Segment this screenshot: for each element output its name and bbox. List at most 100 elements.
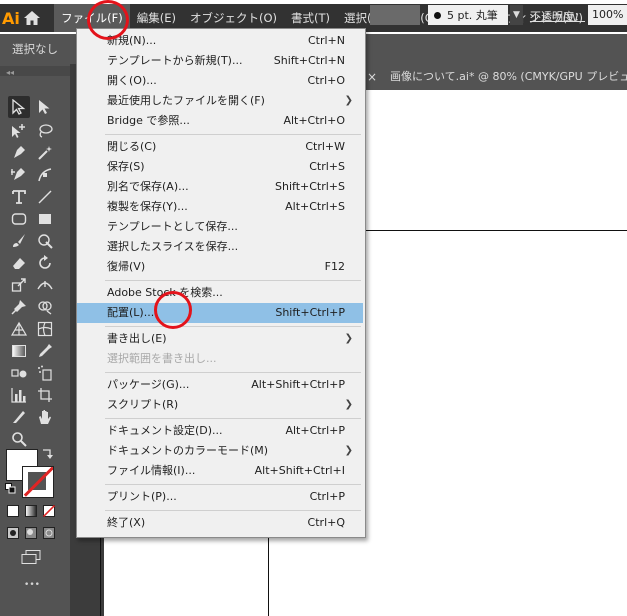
rounded-rectangle-tool-icon[interactable] [8, 208, 30, 230]
opacity-label[interactable]: 不透明度： [530, 8, 585, 24]
menu-item-save-slices[interactable]: 選択したスライスを保存... [77, 237, 363, 257]
menu-separator [105, 326, 361, 327]
illustrator-window: Ai ファイル(F) 編集(E) オブジェクト(O) 書式(T) 選択(S) 効… [0, 0, 627, 616]
default-colors-icon[interactable] [4, 482, 16, 494]
rectangle-tool-icon[interactable] [34, 208, 56, 230]
draw-normal-icon[interactable] [6, 526, 20, 540]
color-mode-icon[interactable] [6, 504, 20, 518]
stroke-color-field[interactable] [370, 5, 420, 25]
menu-item-new-from-template[interactable]: テンプレートから新規(T)... Shift+Ctrl+N [77, 51, 363, 71]
type-tool-icon[interactable] [8, 186, 30, 208]
menu-item-label: ドキュメント設定(D)... [107, 424, 223, 437]
screen-mode-icon[interactable] [20, 548, 42, 566]
width-tool-icon[interactable] [34, 274, 56, 296]
menu-separator [105, 418, 361, 419]
puppet-warp-tool-icon[interactable] [8, 296, 30, 318]
perspective-grid-tool-icon[interactable] [8, 318, 30, 340]
menu-item-label: スクリプト(R) [107, 398, 179, 411]
gradient-mode-icon[interactable] [24, 504, 38, 518]
direct-selection-tool-icon[interactable] [34, 96, 56, 118]
brush-definition-select[interactable]: 5 pt. 丸筆 [428, 5, 508, 25]
selection-tool-icon[interactable] [8, 96, 30, 118]
draw-behind-icon[interactable] [24, 526, 38, 540]
artboard-edge-line [268, 535, 269, 616]
gradient-tool-icon[interactable] [8, 340, 30, 362]
menu-item-print[interactable]: プリント(P)... Ctrl+P [77, 487, 363, 507]
blend-tool-icon[interactable] [8, 362, 30, 384]
column-graph-tool-icon[interactable] [8, 384, 30, 406]
menu-item-open[interactable]: 開く(O)... Ctrl+O [77, 71, 363, 91]
menu-item-adobe-stock[interactable]: Adobe Stock を検索... [77, 283, 363, 303]
menu-item-revert[interactable]: 復帰(V) F12 [77, 257, 363, 277]
menu-item-shortcut: Shift+Ctrl+S [275, 180, 345, 193]
paintbrush-tool-icon[interactable] [8, 230, 30, 252]
menu-item-shortcut: Ctrl+N [307, 34, 345, 47]
scale-tool-icon[interactable] [8, 274, 30, 296]
artboard-edge-line [100, 535, 101, 616]
menu-item-shortcut: Alt+Shift+Ctrl+I [254, 464, 345, 477]
menu-item-bridge[interactable]: Bridge で参照... Alt+Ctrl+O [77, 111, 363, 131]
hand-tool-icon[interactable] [34, 406, 56, 428]
menu-item-save-copy[interactable]: 複製を保存(Y)... Alt+Ctrl+S [77, 197, 363, 217]
no-color-mode-icon[interactable] [42, 504, 56, 518]
menu-item-save-as-template[interactable]: テンプレートとして保存... [77, 217, 363, 237]
more-tools-icon[interactable]: ••• [18, 578, 46, 592]
menu-item-label: 書き出し(E) [107, 332, 167, 345]
curvature-tool-icon[interactable] [8, 164, 30, 186]
collapse-icon[interactable]: ◂◂ [6, 68, 14, 77]
menu-item-shortcut: Shift+Ctrl+P [275, 306, 345, 319]
eyedropper-tool-icon[interactable] [34, 340, 56, 362]
menu-item-file-info[interactable]: ファイル情報(I)... Alt+Shift+Ctrl+I [77, 461, 363, 481]
menu-item-shortcut: Ctrl+W [305, 140, 345, 153]
zoom-tool-icon[interactable] [8, 428, 30, 450]
menu-item-label: Bridge で参照... [107, 114, 190, 127]
menu-item-scripts[interactable]: スクリプト(R) ❯ [77, 395, 363, 415]
slice-tool-icon[interactable] [8, 406, 30, 428]
menu-item-place[interactable]: 配置(L)... Shift+Ctrl+P [77, 303, 363, 323]
document-tab[interactable]: 画像について.ai* @ 80% (CMYK/GPU プレビュー) [390, 64, 627, 90]
menu-item-export-selection: 選択範囲を書き出し... [77, 349, 363, 369]
artboard-edge-line [360, 230, 627, 231]
menu-item-package[interactable]: パッケージ(G)... Alt+Shift+Ctrl+P [77, 375, 363, 395]
magic-wand-tool-icon[interactable] [34, 142, 56, 164]
symbol-sprayer-tool-icon[interactable] [34, 362, 56, 384]
selection-status: 選択なし [12, 42, 58, 56]
menu-separator [105, 280, 361, 281]
menu-item-quit[interactable]: 終了(X) Ctrl+Q [77, 513, 363, 533]
tab-close-icon[interactable]: × [367, 64, 383, 90]
mesh-tool-icon[interactable] [34, 318, 56, 340]
draw-inside-icon[interactable] [42, 526, 56, 540]
artboard-tool-icon[interactable] [34, 384, 56, 406]
stroke-color-swatch[interactable] [22, 466, 54, 498]
menu-item-save-as[interactable]: 別名で保存(A)... Shift+Ctrl+S [77, 177, 363, 197]
chevron-right-icon: ❯ [344, 333, 353, 344]
swap-colors-icon[interactable] [40, 447, 54, 461]
panel-header[interactable]: ◂◂ [0, 66, 70, 77]
group-selection-tool-icon[interactable] [8, 120, 30, 142]
shaper-tool-icon[interactable] [34, 230, 56, 252]
eraser-tool-icon[interactable] [8, 252, 30, 274]
home-icon[interactable] [24, 4, 40, 32]
menu-item-document-color-mode[interactable]: ドキュメントのカラーモード(M) ❯ [77, 441, 363, 461]
rotate-tool-icon[interactable] [34, 252, 56, 274]
menu-item-export[interactable]: 書き出し(E) ❯ [77, 329, 363, 349]
menu-item-close[interactable]: 閉じる(C) Ctrl+W [77, 137, 363, 157]
menu-item-document-setup[interactable]: ドキュメント設定(D)... Alt+Ctrl+P [77, 421, 363, 441]
pen-tool-icon[interactable] [8, 142, 30, 164]
app-logo: Ai [2, 8, 20, 28]
anchor-point-tool-icon[interactable] [34, 164, 56, 186]
menu-item-shortcut: Alt+Ctrl+P [285, 424, 345, 437]
lasso-tool-icon[interactable] [34, 120, 56, 142]
menu-item-save[interactable]: 保存(S) Ctrl+S [77, 157, 363, 177]
menu-item-open-recent[interactable]: 最近使用したファイルを開く(F) ❯ [77, 91, 363, 111]
menu-item-shortcut: Shift+Ctrl+N [273, 54, 345, 67]
shape-builder-tool-icon[interactable] [34, 296, 56, 318]
line-segment-tool-icon[interactable] [34, 186, 56, 208]
opacity-input[interactable]: 100% [588, 5, 627, 25]
menu-item-label: パッケージ(G)... [107, 378, 190, 391]
menu-item-shortcut: F12 [324, 260, 345, 273]
chevron-right-icon: ❯ [344, 95, 353, 106]
menu-item-shortcut: Ctrl+Q [307, 516, 345, 529]
chevron-down-icon[interactable]: ▼ [510, 5, 523, 25]
menu-item-label: ドキュメントのカラーモード(M) [107, 444, 269, 457]
